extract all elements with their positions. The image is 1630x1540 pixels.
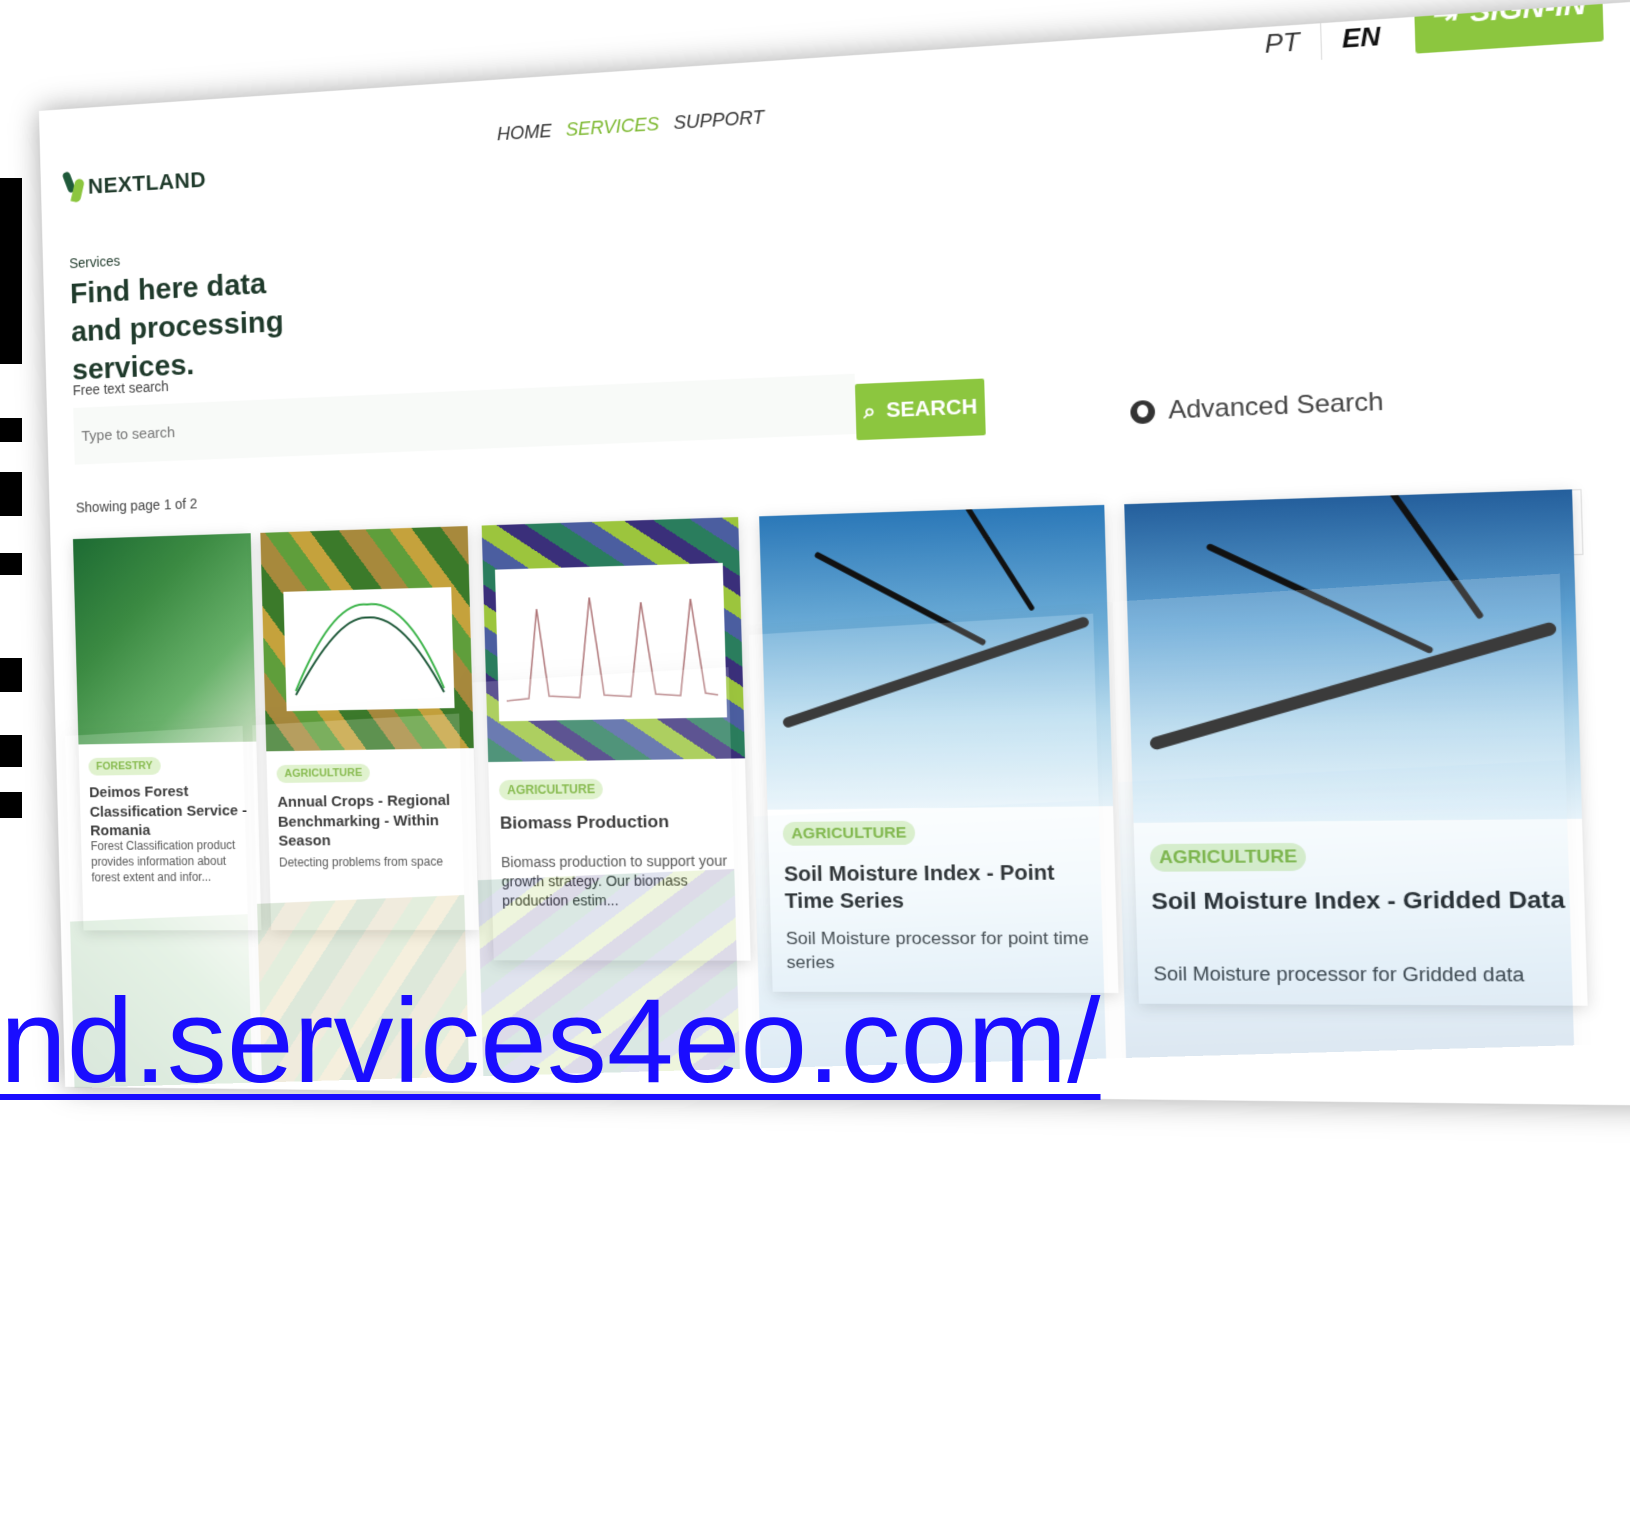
service-card[interactable]: AGRICULTURE Biomass Production Biomass p…: [481, 517, 751, 961]
language-switch: PT EN: [1264, 19, 1381, 63]
top-bar: NEXTLAND HOME SERVICES SUPPORT PT EN ⇥ S…: [39, 0, 1630, 228]
service-card[interactable]: AGRICULTURE Soil Moisture Index - Point …: [759, 504, 1119, 994]
card-title: Deimos Forest Classification Service - R…: [89, 783, 248, 840]
login-icon: ⇥: [1430, 0, 1457, 31]
category-badge: AGRICULTURE: [276, 763, 371, 783]
card-title: Annual Crops - Regional Benchmarking - W…: [277, 791, 451, 850]
search-button-label: SEARCH: [885, 395, 978, 422]
decor-bar: [0, 178, 22, 364]
category-badge: AGRICULTURE: [498, 778, 604, 801]
decor-bar: [0, 472, 22, 516]
card-title: Soil Moisture Index - Point Time Series: [783, 861, 1055, 914]
river-shape: [813, 551, 987, 647]
card-title: Biomass Production: [499, 811, 670, 833]
card-image: [759, 504, 1114, 810]
logo[interactable]: NEXTLAND: [63, 163, 207, 205]
category-badge: FORESTRY: [88, 756, 161, 776]
card-image: [1124, 489, 1582, 823]
site-url-link[interactable]: nd.services4eo.com/: [0, 972, 1101, 1110]
service-card[interactable]: AGRICULTURE Annual Crops - Regional Benc…: [260, 526, 479, 931]
main-nav: HOME SERVICES SUPPORT: [497, 107, 765, 146]
divider: [1319, 23, 1322, 60]
service-card[interactable]: AGRICULTURE Soil Moisture Index - Gridde…: [1124, 489, 1588, 1006]
screenshot-panel: NEXTLAND HOME SERVICES SUPPORT PT EN ⇥ S…: [38, 0, 1630, 1107]
decor-bar: [0, 418, 22, 442]
advanced-search-link[interactable]: Advanced Search: [1130, 387, 1384, 427]
card-image: [72, 533, 257, 745]
river-shape: [1148, 620, 1558, 752]
service-card[interactable]: FORESTRY Deimos Forest Classification Se…: [72, 533, 262, 931]
chart-thumbnail: [283, 587, 455, 712]
nav-support[interactable]: SUPPORT: [673, 107, 764, 134]
lang-pt[interactable]: PT: [1264, 28, 1300, 60]
nav-home[interactable]: HOME: [497, 121, 552, 146]
card-title: Soil Moisture Index - Gridded Data: [1151, 885, 1566, 915]
category-badge: AGRICULTURE: [782, 820, 916, 846]
card-description: Biomass production to support your growt…: [500, 852, 728, 909]
card-description: Soil Moisture processor for point time s…: [785, 928, 1090, 973]
search-button[interactable]: ⌕ SEARCH: [854, 378, 986, 441]
category-badge: AGRICULTURE: [1149, 842, 1307, 872]
nav-services[interactable]: SERVICES: [566, 114, 660, 141]
stage: NEXTLAND HOME SERVICES SUPPORT PT EN ⇥ S…: [0, 0, 1630, 1540]
river-shape: [781, 615, 1091, 729]
river-shape: [1369, 489, 1485, 620]
page-info: Showing page 1 of 2: [75, 495, 198, 516]
card-description: Forest Classification product provides i…: [90, 838, 236, 885]
decor-bar: [0, 553, 22, 575]
leaf-icon: [63, 171, 85, 205]
search-input[interactable]: [73, 373, 857, 465]
logo-text: NEXTLAND: [87, 166, 207, 199]
globe-icon: [1130, 399, 1156, 425]
card-image: [260, 526, 474, 752]
search-icon: ⌕: [863, 399, 876, 423]
decor-bar: [0, 735, 22, 767]
sign-in-button[interactable]: ⇥ SIGN-IN: [1413, 0, 1604, 54]
card-description: Soil Moisture processor for Gridded data: [1153, 963, 1525, 986]
decor-bar: [0, 658, 22, 692]
service-cards: FORESTRY Deimos Forest Classification Se…: [72, 489, 1602, 1006]
card-image: [481, 517, 746, 763]
river-shape: [945, 504, 1036, 612]
card-description: Detecting problems from space: [278, 854, 444, 870]
sign-in-label: SIGN-IN: [1469, 0, 1587, 28]
advanced-search-label: Advanced Search: [1167, 387, 1385, 425]
decor-bar: [0, 792, 22, 818]
chart-thumbnail: [494, 562, 728, 722]
lang-en[interactable]: EN: [1341, 22, 1380, 55]
search-label: Free text search: [72, 378, 169, 399]
river-shape: [1205, 542, 1434, 655]
page-title: Find here data and processing services.: [69, 267, 284, 387]
page-subtitle: Services: [69, 252, 121, 272]
